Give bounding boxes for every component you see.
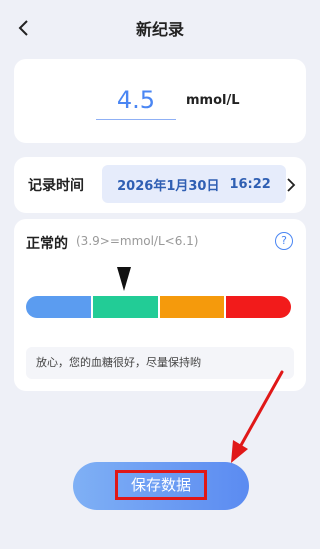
level-pointer-icon	[117, 267, 131, 291]
glucose-scale-bar	[26, 296, 291, 318]
advice-text: 放心，您的血糖很好，尽量保持哟	[26, 347, 294, 379]
save-button-label: 保存数据	[115, 470, 207, 500]
save-data-button[interactable]: 保存数据	[73, 462, 249, 510]
datetime-picker[interactable]: 2026年1月30日 16:22	[102, 165, 286, 203]
chevron-right-icon[interactable]	[284, 176, 298, 194]
scale-segment-high	[159, 296, 225, 318]
record-time-label: 记录时间	[28, 178, 84, 194]
record-time: 16:22	[229, 176, 271, 192]
record-time-row[interactable]: 记录时间 2026年1月30日 16:22	[14, 157, 306, 213]
status-title: 正常的	[26, 236, 68, 252]
unit-label: mmol/L	[186, 93, 240, 108]
scale-segment-normal	[92, 296, 158, 318]
scale-segment-very-high	[226, 296, 291, 318]
glucose-value-card: 4.5 mmol/L	[14, 59, 306, 143]
page-title: 新纪录	[135, 20, 184, 39]
question-circle-icon[interactable]: ?	[275, 232, 293, 250]
record-date: 2026年1月30日	[117, 178, 220, 194]
status-range: (3.9>=mmol/L<6.1)	[76, 234, 199, 248]
top-bar: 新纪录	[0, 0, 320, 56]
scale-segment-low	[26, 296, 91, 318]
status-card: 正常的 (3.9>=mmol/L<6.1) ? 放心，您的血糖很好，尽量保持哟	[14, 219, 306, 391]
glucose-value-input[interactable]: 4.5	[96, 85, 176, 120]
